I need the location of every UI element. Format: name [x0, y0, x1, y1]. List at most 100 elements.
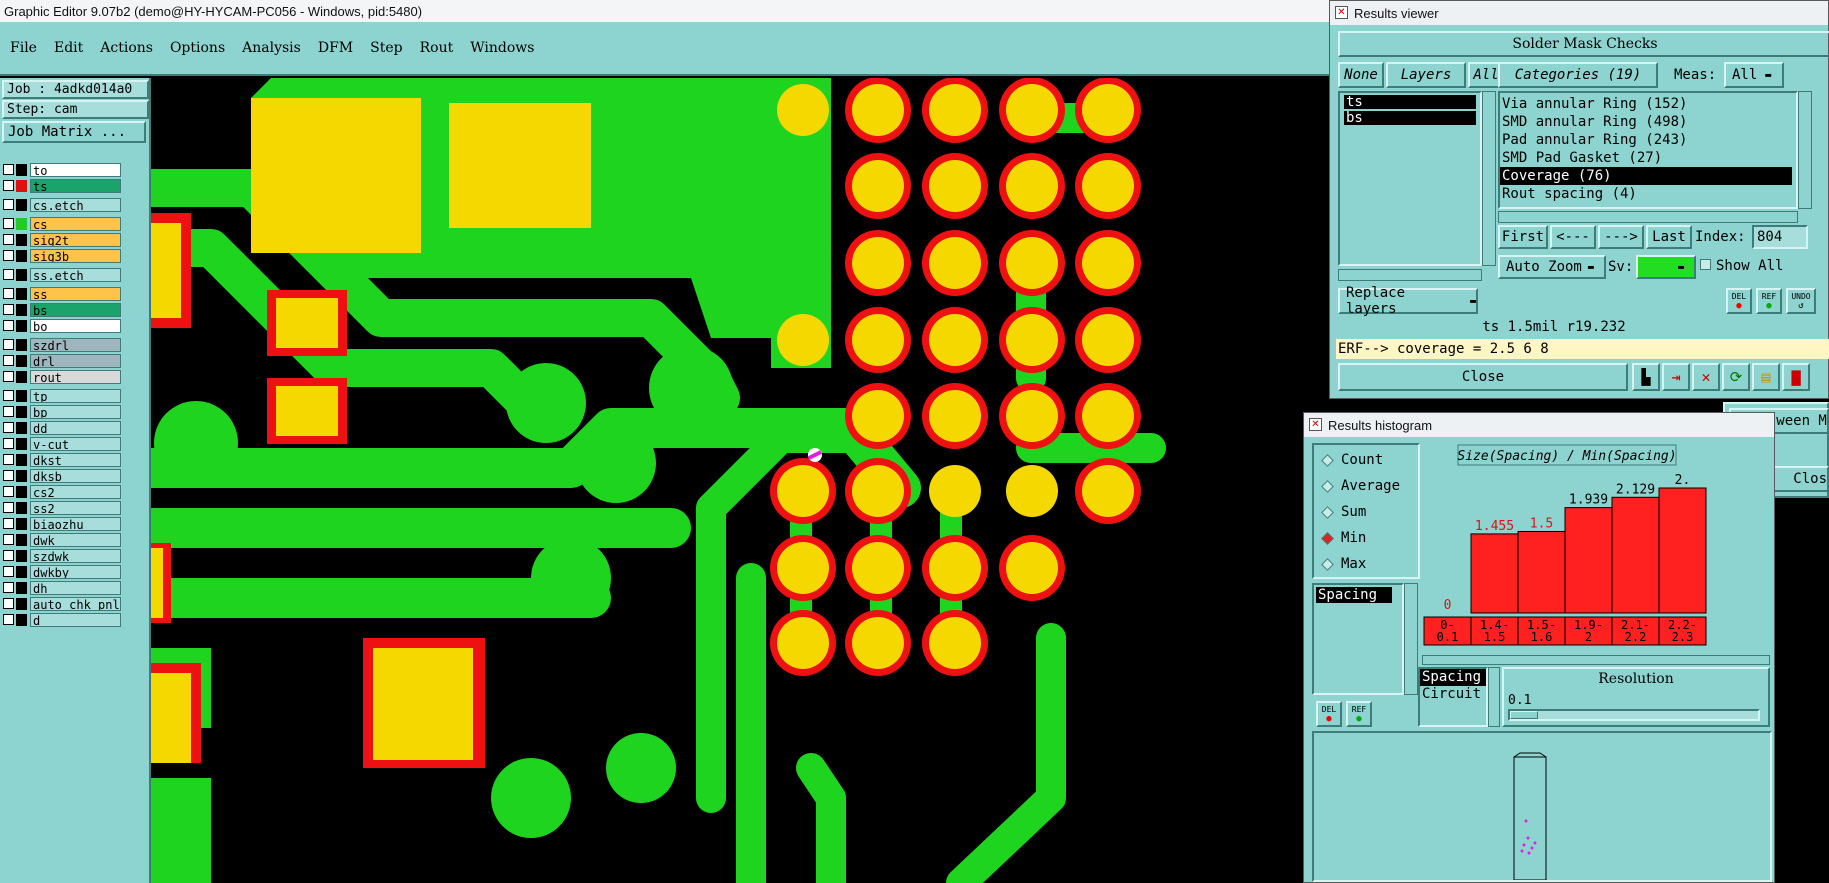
- layer-row-cs.etch[interactable]: cs.etch: [3, 197, 121, 212]
- report-icon[interactable]: ▤: [1752, 363, 1780, 391]
- radio-diamond-icon[interactable]: [1321, 479, 1334, 493]
- layer-checkbox[interactable]: [3, 180, 14, 191]
- layer-color-swatch[interactable]: [16, 437, 27, 450]
- chart-hscrollbar[interactable]: [1422, 655, 1770, 665]
- category-item[interactable]: SMD Pad Gasket (27): [1500, 149, 1792, 167]
- layer-color-swatch[interactable]: [16, 501, 27, 514]
- layer-color-swatch[interactable]: [16, 533, 27, 546]
- layer-row-dh[interactable]: dh: [3, 580, 121, 595]
- close-button[interactable]: Close: [1338, 363, 1628, 391]
- layer-row-dksb[interactable]: dksb: [3, 468, 121, 483]
- layer-name[interactable]: ts: [30, 178, 121, 193]
- layer-color-swatch[interactable]: [16, 303, 27, 316]
- prev-button[interactable]: <---: [1550, 225, 1596, 249]
- category-item[interactable]: Rout spacing (4): [1500, 185, 1792, 203]
- layer-color-swatch[interactable]: [16, 163, 27, 176]
- layer-name[interactable]: dwk: [30, 532, 121, 547]
- first-button[interactable]: First: [1498, 225, 1548, 249]
- layer-color-swatch[interactable]: [16, 268, 27, 281]
- layer-name[interactable]: biaozhu: [30, 516, 121, 531]
- layer-row-rout[interactable]: rout: [3, 369, 121, 384]
- histogram-bar[interactable]: [1470, 533, 1519, 614]
- layer-row-dkst[interactable]: dkst: [3, 452, 121, 467]
- category-item[interactable]: SMD annular Ring (498): [1500, 113, 1792, 131]
- meas-dropdown[interactable]: All ▬: [1724, 62, 1784, 88]
- result-layer-bs[interactable]: bs: [1344, 111, 1476, 125]
- menu-options[interactable]: Options: [170, 40, 225, 56]
- radio-diamond-icon[interactable]: [1321, 557, 1334, 571]
- layer-row-ss.etch[interactable]: ss.etch: [3, 267, 121, 282]
- layer-row-bp[interactable]: bp: [3, 404, 121, 419]
- layer-name[interactable]: auto_chk_pnl: [30, 596, 121, 611]
- hist-del-button[interactable]: DEL ●: [1316, 701, 1342, 727]
- layer-name[interactable]: bp: [30, 404, 121, 419]
- layer-checkbox[interactable]: [3, 371, 14, 382]
- export-icon[interactable]: ⇥: [1662, 363, 1690, 391]
- layer-checkbox[interactable]: [3, 566, 14, 577]
- layer-color-swatch[interactable]: [16, 354, 27, 367]
- resolution-slider[interactable]: [1508, 709, 1760, 721]
- layer-color-swatch[interactable]: [16, 405, 27, 418]
- categories-hscrollbar[interactable]: [1498, 211, 1798, 223]
- category-item[interactable]: Via annular Ring (152): [1500, 95, 1792, 113]
- layer-checkbox[interactable]: [3, 486, 14, 497]
- histogram-bar[interactable]: [1658, 487, 1707, 614]
- layer-checkbox[interactable]: [3, 582, 14, 593]
- option-sum[interactable]: Sum: [1314, 499, 1418, 525]
- layer-checkbox[interactable]: [3, 534, 14, 545]
- group-item[interactable]: Spacing: [1420, 669, 1486, 686]
- del-button[interactable]: DEL ●: [1726, 288, 1752, 314]
- resolution-slider-thumb[interactable]: [1510, 711, 1538, 719]
- layer-row-ss2[interactable]: ss2: [3, 500, 121, 515]
- layer-name[interactable]: cs: [30, 216, 121, 231]
- layer-color-swatch[interactable]: [16, 469, 27, 482]
- measure-icon[interactable]: ▙: [1632, 363, 1660, 391]
- layer-color-swatch[interactable]: [16, 287, 27, 300]
- layer-color-swatch[interactable]: [16, 370, 27, 383]
- layer-row-dwk[interactable]: dwk: [3, 532, 121, 547]
- group-item[interactable]: Circuit: [1420, 686, 1486, 703]
- layer-list-scrollbar[interactable]: [1482, 91, 1496, 266]
- layer-name[interactable]: ss.etch: [30, 267, 121, 282]
- layer-checkbox[interactable]: [3, 550, 14, 561]
- pcb-canvas[interactable]: [151, 78, 1301, 883]
- layer-name[interactable]: sig3b: [30, 248, 121, 263]
- layer-name[interactable]: dwkby: [30, 564, 121, 579]
- option-count[interactable]: Count: [1314, 447, 1418, 473]
- layer-row-bs[interactable]: bs: [3, 302, 121, 317]
- ref-button[interactable]: REF ●: [1756, 288, 1782, 314]
- option-max[interactable]: Max: [1314, 551, 1418, 577]
- layer-name[interactable]: bo: [30, 318, 121, 333]
- layer-checkbox[interactable]: [3, 406, 14, 417]
- layer-row-v-cut[interactable]: v-cut: [3, 436, 121, 451]
- layer-row-ss[interactable]: ss: [3, 286, 121, 301]
- histogram-bar[interactable]: [1564, 507, 1613, 614]
- layer-row-ts[interactable]: ts: [3, 178, 121, 193]
- layer-color-swatch[interactable]: [16, 485, 27, 498]
- group-list-scrollbar[interactable]: [1488, 667, 1500, 727]
- menu-step[interactable]: Step: [370, 40, 402, 56]
- layer-color-swatch[interactable]: [16, 453, 27, 466]
- layer-color-swatch[interactable]: [16, 217, 27, 230]
- menu-rout[interactable]: Rout: [420, 40, 454, 56]
- layer-row-auto_chk_pnl[interactable]: auto_chk_pnl: [3, 596, 121, 611]
- layer-checkbox[interactable]: [3, 199, 14, 210]
- auto-zoom-dropdown[interactable]: Auto Zoom ▬: [1498, 255, 1606, 279]
- layer-checkbox[interactable]: [3, 218, 14, 229]
- layer-checkbox[interactable]: [3, 518, 14, 529]
- layer-checkbox[interactable]: [3, 355, 14, 366]
- layer-checkbox[interactable]: [3, 250, 14, 261]
- layer-row-bo[interactable]: bo: [3, 318, 121, 333]
- refresh-icon[interactable]: ⟳: [1722, 363, 1750, 391]
- layers-button[interactable]: Layers: [1386, 62, 1466, 88]
- layer-checkbox[interactable]: [3, 320, 14, 331]
- sv-color-dropdown[interactable]: ▬: [1636, 255, 1696, 279]
- layer-color-swatch[interactable]: [16, 565, 27, 578]
- layer-checkbox[interactable]: [3, 454, 14, 465]
- layer-color-swatch[interactable]: [16, 338, 27, 351]
- radio-diamond-icon[interactable]: [1321, 505, 1334, 519]
- categories-list[interactable]: Via annular Ring (152) SMD annular Ring (…: [1498, 91, 1798, 209]
- layer-color-swatch[interactable]: [16, 421, 27, 434]
- layer-results-list[interactable]: ts bs: [1338, 91, 1482, 266]
- layer-name[interactable]: szdrl: [30, 337, 121, 352]
